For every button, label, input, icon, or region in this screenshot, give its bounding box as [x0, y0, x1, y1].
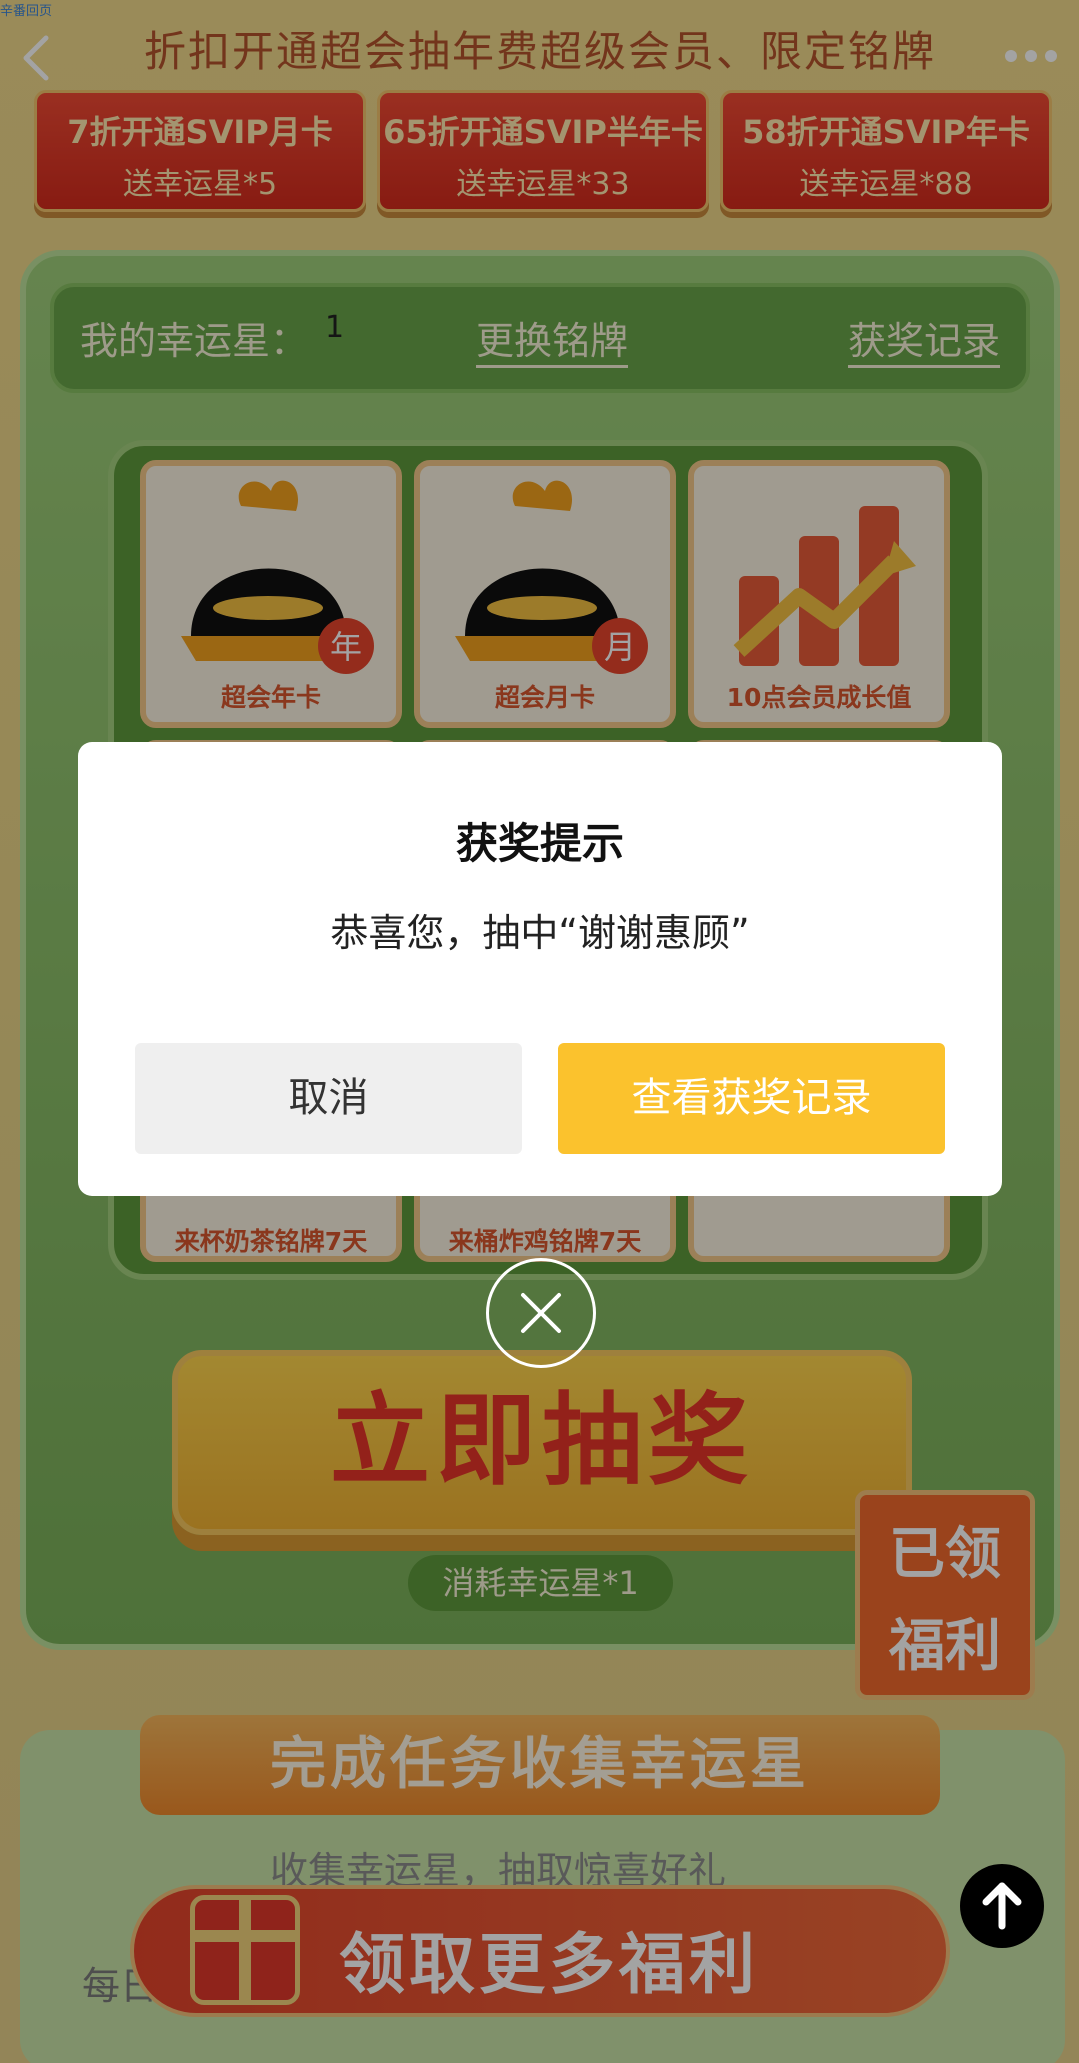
- dialog-title: 获奖提示: [455, 819, 624, 868]
- dialog-message: 恭喜您，抽中“谢谢惠顾”: [330, 911, 750, 955]
- scroll-top-button[interactable]: [960, 1864, 1044, 1948]
- cancel-button[interactable]: 取消: [135, 1043, 522, 1154]
- close-icon[interactable]: [486, 1258, 596, 1368]
- view-records-button[interactable]: 查看获奖记录: [558, 1043, 945, 1154]
- arrow-up-icon: [982, 1882, 1022, 1930]
